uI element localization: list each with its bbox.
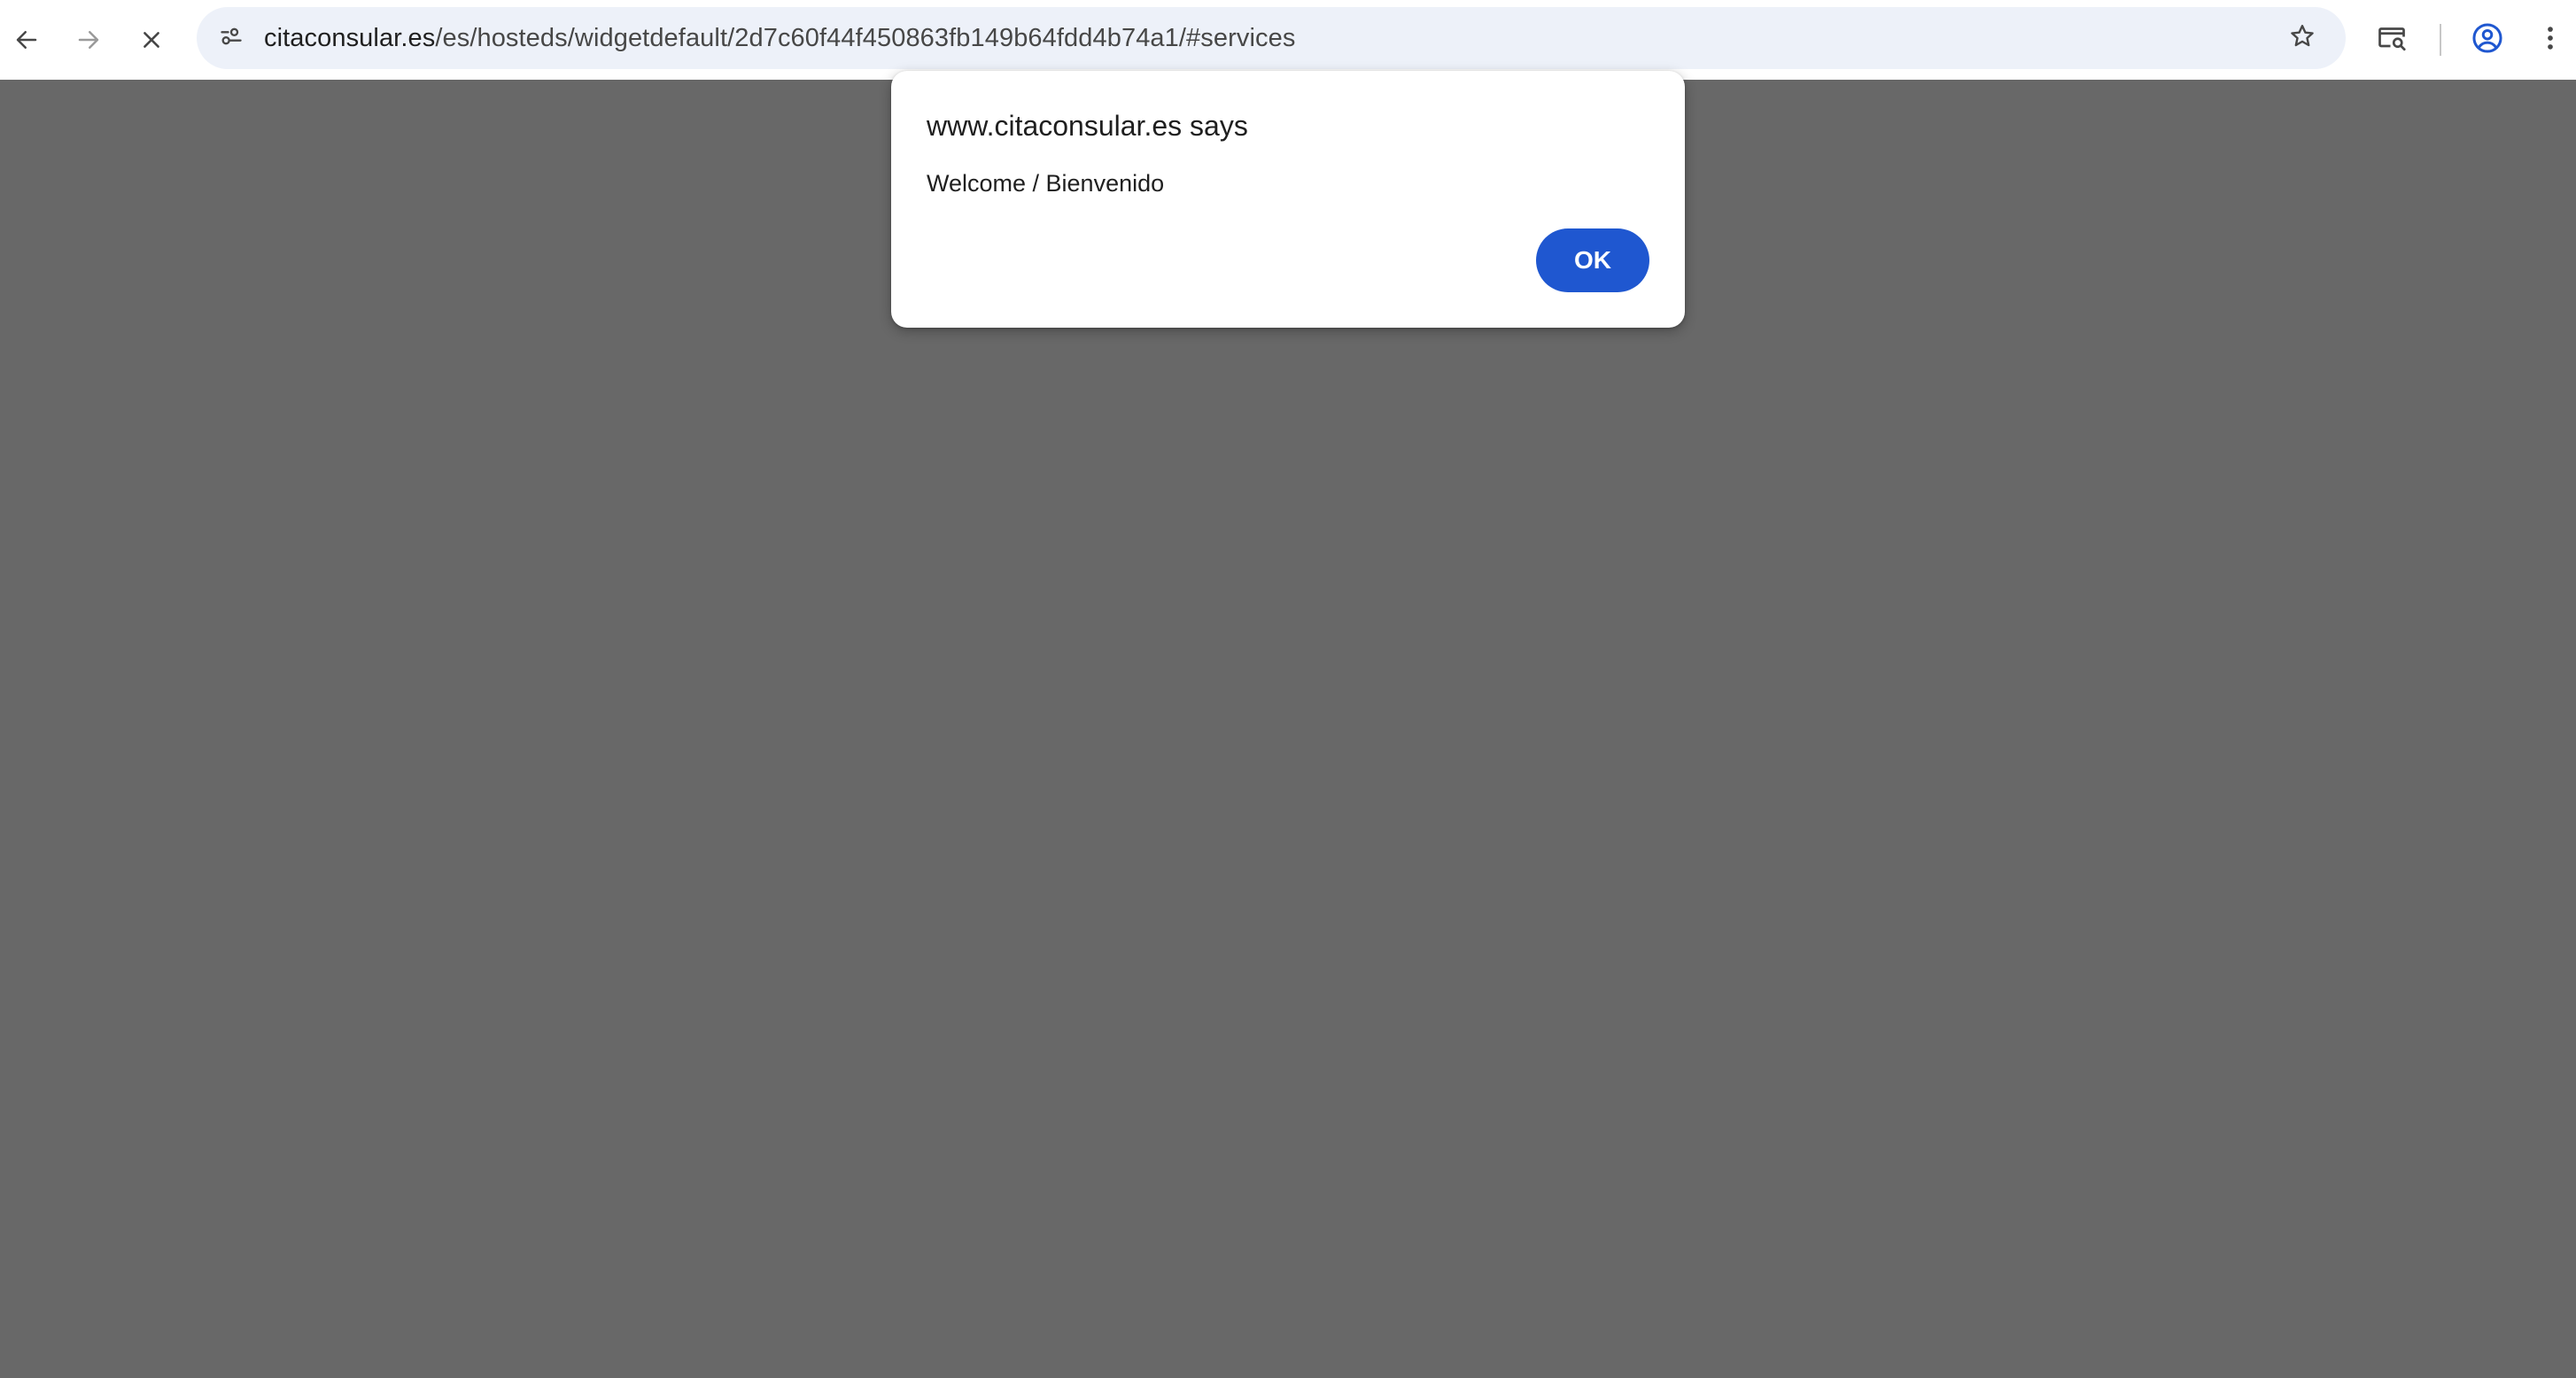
more-vertical-icon xyxy=(2545,23,2556,58)
arrow-left-icon xyxy=(13,27,40,53)
close-icon xyxy=(140,28,163,51)
address-bar[interactable]: citaconsular.es/es/hosteds/widgetdefault… xyxy=(197,7,2346,69)
ok-button[interactable]: OK xyxy=(1536,228,1649,292)
arrow-right-icon xyxy=(75,27,102,53)
alert-dialog: www.citaconsular.es says Welcome / Bienv… xyxy=(891,71,1685,328)
back-button[interactable] xyxy=(0,13,53,66)
browser-toolbar: citaconsular.es/es/hosteds/widgetdefault… xyxy=(0,0,2576,80)
toolbar-divider xyxy=(2440,24,2441,56)
menu-button[interactable] xyxy=(2525,13,2576,66)
screen-search-icon xyxy=(2376,22,2408,58)
url-text[interactable]: citaconsular.es/es/hosteds/widgetdefault… xyxy=(264,7,1295,69)
star-icon xyxy=(2288,22,2316,55)
dialog-message: Welcome / Bienvenido xyxy=(927,170,1165,197)
account-circle-icon xyxy=(2471,21,2504,59)
tune-icon xyxy=(219,24,244,53)
stop-loading-button[interactable] xyxy=(125,13,178,66)
site-info-button[interactable] xyxy=(207,14,255,62)
url-host: citaconsular.es xyxy=(264,24,436,52)
forward-button[interactable] xyxy=(62,13,115,66)
search-tabs-button[interactable] xyxy=(2365,13,2418,66)
dialog-title: www.citaconsular.es says xyxy=(927,110,1248,142)
bookmark-button[interactable] xyxy=(2278,14,2326,62)
profile-button[interactable] xyxy=(2461,13,2514,66)
url-path: /es/hosteds/widgetdefault/2d7c60f44f4508… xyxy=(435,24,1296,52)
